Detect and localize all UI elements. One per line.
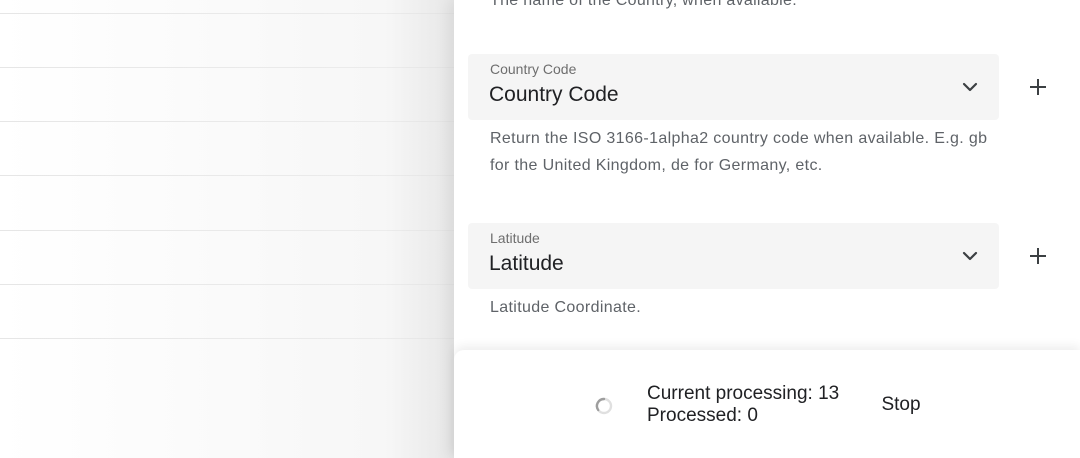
table-row-divider (0, 121, 454, 122)
chevron-down-icon[interactable] (960, 80, 980, 94)
app-stage: The name of the Country, when available.… (0, 0, 1080, 458)
table-row-divider (0, 13, 454, 14)
plus-icon[interactable] (1027, 76, 1049, 98)
table-row-divider (0, 338, 454, 339)
latitude-select-label: Latitude (490, 230, 540, 246)
background-table (0, 0, 454, 458)
plus-icon[interactable] (1027, 245, 1049, 267)
country-code-select-label: Country Code (490, 61, 577, 77)
country-code-select-value: Country Code (489, 83, 619, 106)
loading-spinner-icon (595, 397, 613, 415)
country-code-select[interactable]: Country Code Country Code (468, 54, 999, 120)
stop-button[interactable]: Stop (868, 387, 934, 423)
latitude-select-value: Latitude (489, 252, 564, 275)
table-row-divider (0, 175, 454, 176)
table-row-divider (0, 230, 454, 231)
latitude-select[interactable]: Latitude Latitude (468, 223, 999, 289)
table-row-divider (0, 67, 454, 68)
table-row-divider (0, 284, 454, 285)
country-field-description: The name of the Country, when available. (490, 0, 797, 9)
country-code-description: Return the ISO 3166-1alpha2 country code… (490, 130, 988, 174)
current-processing-count: Current processing: 13 (647, 383, 840, 404)
panel-overlay-shade (0, 0, 454, 458)
latitude-description: Latitude Coordinate. (490, 299, 642, 316)
processed-count: Processed: 0 (647, 405, 758, 426)
chevron-down-icon[interactable] (960, 249, 980, 263)
